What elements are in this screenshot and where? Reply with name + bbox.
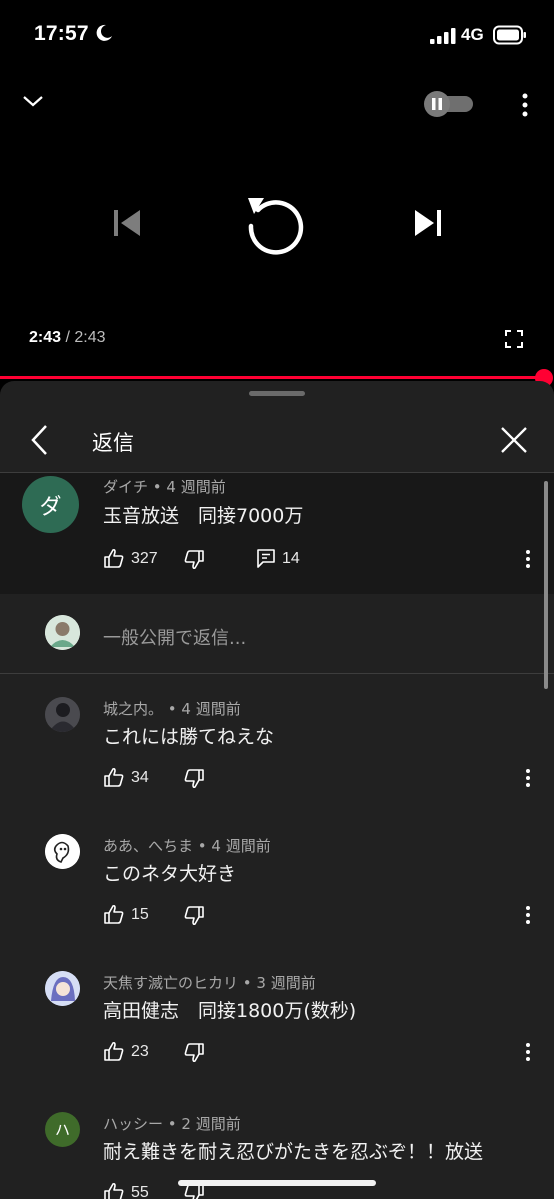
comment-text: このネタ大好き — [103, 863, 237, 885]
drag-handle[interactable] — [249, 391, 305, 396]
avatar[interactable] — [45, 834, 80, 869]
avatar-letter: ダ — [39, 494, 62, 520]
thumbs-up-icon[interactable] — [104, 904, 124, 924]
duration: 2:43 — [74, 329, 106, 346]
comment-text: これには勝てねえな — [103, 726, 275, 748]
avatar[interactable] — [45, 971, 80, 1006]
time-separator: / — [65, 329, 70, 346]
back-arrow-icon[interactable] — [30, 424, 48, 456]
thumbs-up-icon[interactable] — [104, 548, 124, 568]
user-avatar — [45, 615, 80, 650]
next-icon[interactable] — [413, 208, 443, 238]
scrollbar[interactable] — [544, 481, 548, 689]
thumbs-up-icon[interactable] — [104, 767, 124, 787]
more-vertical-icon[interactable] — [522, 1042, 534, 1062]
thumbs-down-icon[interactable] — [184, 1184, 204, 1199]
thumbs-down-icon[interactable] — [184, 769, 204, 789]
parent-comment: ダ ダイチ • 4 週間前 玉音放送 同接7000万 327 14 — [0, 473, 554, 594]
comment-text: 玉音放送 同接7000万 — [103, 505, 304, 527]
status-bar: 17:57 4G — [0, 0, 554, 70]
like-count: 23 — [131, 1043, 149, 1060]
thumbs-down-icon[interactable] — [184, 1043, 204, 1063]
battery-icon — [493, 25, 526, 45]
reply-input[interactable]: 一般公開で返信... — [103, 624, 246, 650]
avatar[interactable] — [45, 697, 80, 732]
timecode: 2:43 / 2:43 — [29, 329, 106, 347]
avatar[interactable]: ハ — [45, 1112, 80, 1147]
network-label: 4G — [461, 25, 484, 44]
more-vertical-icon[interactable] — [522, 768, 534, 788]
comment-meta: ああ、へちま • 4 週間前 — [103, 837, 271, 855]
like-count: 55 — [131, 1184, 149, 1199]
current-time: 2:43 — [29, 329, 62, 346]
avatar-image-icon — [45, 834, 80, 869]
fullscreen-icon[interactable] — [505, 330, 523, 348]
autoplay-toggle[interactable] — [421, 89, 477, 119]
replies-panel: 返信 ダ ダイチ • 4 週間前 玉音放送 同接7000万 327 14 一般公… — [0, 381, 554, 1199]
panel-title: 返信 — [92, 431, 134, 455]
close-icon[interactable] — [500, 426, 528, 454]
comment-meta: 城之内。 • 4 週間前 — [103, 700, 241, 718]
chevron-down-icon[interactable] — [22, 94, 44, 108]
thumbs-down-icon[interactable] — [184, 550, 204, 570]
home-indicator[interactable] — [178, 1180, 376, 1186]
user-avatar-icon — [45, 615, 80, 650]
reply-input-row[interactable]: 一般公開で返信... — [0, 594, 554, 674]
thumbs-down-icon[interactable] — [184, 906, 204, 926]
like-count: 15 — [131, 906, 149, 923]
replay-icon[interactable] — [244, 192, 308, 256]
thumbs-up-icon[interactable] — [104, 1182, 124, 1199]
comment-meta: 天焦す滅亡のヒカリ • 3 週間前 — [103, 974, 316, 992]
comment-text: 高田健志 同接1800万(数秒) — [103, 1000, 357, 1022]
avatar-letter: ハ — [54, 1121, 70, 1139]
like-count: 327 — [131, 550, 158, 567]
comment-text: 耐え難きを耐え忍びがたきを忍ぶぞ！！放送 — [103, 1141, 484, 1163]
status-time: 17:57 — [34, 22, 89, 45]
avatar-image-icon — [45, 697, 80, 732]
avatar[interactable]: ダ — [22, 476, 79, 533]
more-vertical-icon[interactable] — [518, 92, 532, 118]
more-vertical-icon[interactable] — [522, 549, 534, 569]
comment-meta: ダイチ • 4 週間前 — [103, 478, 226, 496]
comment-meta: ハッシー • 2 週間前 — [103, 1115, 241, 1133]
avatar-image-icon — [45, 971, 80, 1006]
moon-icon — [96, 24, 112, 41]
previous-icon[interactable] — [112, 208, 142, 238]
reply-count: 14 — [282, 550, 300, 567]
signal-icon — [430, 28, 456, 44]
more-vertical-icon[interactable] — [522, 905, 534, 925]
progress-bar[interactable] — [0, 376, 544, 379]
like-count: 34 — [131, 769, 149, 786]
reply-comment-icon[interactable] — [256, 548, 276, 568]
thumbs-up-icon[interactable] — [104, 1041, 124, 1061]
